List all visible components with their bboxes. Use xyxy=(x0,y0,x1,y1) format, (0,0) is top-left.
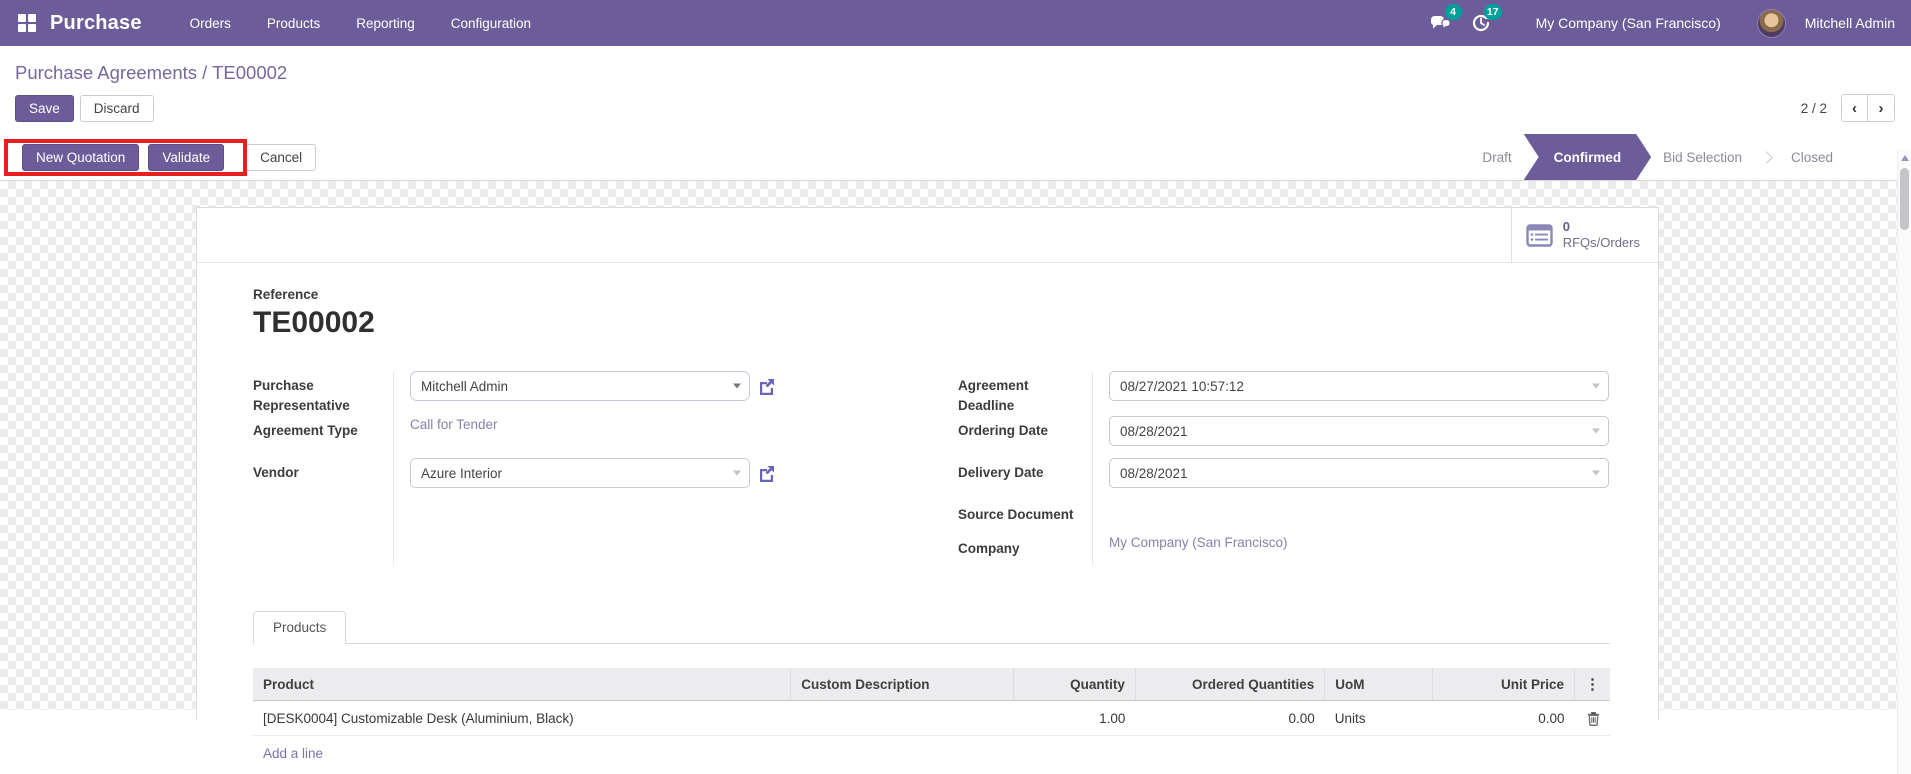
col-header-unit-price[interactable]: Unit Price xyxy=(1432,668,1575,702)
external-link-icon[interactable] xyxy=(757,464,776,483)
reference-value[interactable]: TE00002 xyxy=(253,306,1610,340)
breadcrumb[interactable]: Purchase Agreements / TE00002 xyxy=(15,62,287,83)
activities-badge: 17 xyxy=(1483,4,1502,20)
pager-count: 2 / 2 xyxy=(1800,100,1827,116)
form-view-background: 0 RFQs/Orders Reference TE00002 Purchase… xyxy=(0,181,1911,761)
form-statusbar: New Quotation Validate Cancel Draft Conf… xyxy=(0,134,1911,181)
main-menu: Orders Products Reporting Configuration xyxy=(176,2,545,45)
agreement-deadline-input[interactable] xyxy=(1109,371,1609,401)
save-button[interactable]: Save xyxy=(15,94,74,122)
user-avatar[interactable] xyxy=(1756,8,1786,38)
agreement-deadline-label: Agreement Deadline xyxy=(958,378,1029,413)
vendor-label: Vendor xyxy=(253,465,299,481)
scroll-up-arrow-icon[interactable] xyxy=(1901,155,1909,161)
source-document-label: Source Document xyxy=(958,507,1074,523)
new-quotation-button[interactable]: New Quotation xyxy=(22,143,140,171)
company-switcher[interactable]: My Company (San Francisco) xyxy=(1536,15,1721,31)
chevron-separator-icon xyxy=(1760,150,1773,164)
messages-badge: 4 xyxy=(1444,4,1462,20)
pager-previous-button[interactable]: ‹ xyxy=(1842,95,1868,121)
cell-quantity[interactable]: 1.00 xyxy=(1013,700,1136,737)
cell-product[interactable]: [DESK0004] Customizable Desk (Aluminium,… xyxy=(253,700,791,737)
validate-button[interactable]: Validate xyxy=(148,143,225,171)
rfqs-orders-count: 0 xyxy=(1562,218,1570,234)
apps-menu-icon[interactable] xyxy=(18,14,36,32)
status-step-draft[interactable]: Draft xyxy=(1464,134,1529,180)
delivery-date-input[interactable] xyxy=(1109,458,1609,489)
table-row[interactable]: [DESK0004] Customizable Desk (Aluminium,… xyxy=(253,700,1610,737)
menu-products[interactable]: Products xyxy=(253,2,334,45)
discard-button[interactable]: Discard xyxy=(79,94,154,122)
rfqs-orders-label: RFQs/Orders xyxy=(1562,235,1640,250)
cell-unit-price[interactable]: 0.00 xyxy=(1432,700,1575,737)
vertical-scrollbar[interactable] xyxy=(1897,150,1911,774)
col-header-quantity[interactable]: Quantity xyxy=(1013,668,1136,702)
purchase-representative-label: Purchase Representative xyxy=(253,378,350,413)
col-header-uom[interactable]: UoM xyxy=(1324,668,1434,702)
ordering-date-label: Ordering Date xyxy=(958,423,1049,439)
add-a-line-link[interactable]: Add a line xyxy=(253,736,1610,765)
user-menu[interactable]: Mitchell Admin xyxy=(1805,15,1895,31)
agreement-type-value[interactable]: Call for Tender xyxy=(410,411,498,432)
company-label: Company xyxy=(958,541,1020,557)
menu-configuration[interactable]: Configuration xyxy=(437,2,545,45)
optional-columns-toggle-icon[interactable]: ⋮ xyxy=(1574,668,1610,702)
menu-reporting[interactable]: Reporting xyxy=(342,2,429,45)
delete-row-trash-icon[interactable] xyxy=(1587,711,1600,727)
purchase-representative-input[interactable] xyxy=(410,371,750,401)
list-view-icon xyxy=(1526,223,1553,247)
status-step-bid-selection[interactable]: Bid Selection xyxy=(1645,134,1760,180)
status-steps: Draft Confirmed Bid Selection Closed xyxy=(1464,134,1851,180)
col-header-ordered-quantities[interactable]: Ordered Quantities xyxy=(1135,668,1326,702)
reference-label: Reference xyxy=(253,287,319,302)
col-header-custom-description[interactable]: Custom Description xyxy=(790,668,1015,702)
messages-icon[interactable]: 4 xyxy=(1426,4,1462,36)
products-table: Product Custom Description Quantity Orde… xyxy=(253,668,1610,737)
pager-next-button[interactable]: › xyxy=(1868,95,1894,121)
tab-products[interactable]: Products xyxy=(253,611,347,645)
menu-orders[interactable]: Orders xyxy=(176,2,245,45)
vendor-input[interactable] xyxy=(410,458,750,489)
agreement-type-label: Agreement Type xyxy=(253,423,358,439)
cell-ordered-quantities[interactable]: 0.00 xyxy=(1135,700,1325,737)
delivery-date-label: Delivery Date xyxy=(958,465,1044,481)
company-value[interactable]: My Company (San Francisco) xyxy=(1109,529,1288,550)
ordering-date-input[interactable] xyxy=(1109,416,1609,447)
scrollbar-thumb[interactable] xyxy=(1900,168,1909,230)
status-step-confirmed[interactable]: Confirmed xyxy=(1524,134,1652,180)
form-sheet: 0 RFQs/Orders Reference TE00002 Purchase… xyxy=(196,207,1659,761)
activities-icon[interactable]: 17 xyxy=(1466,4,1502,36)
cell-uom[interactable]: Units xyxy=(1324,700,1433,737)
col-header-product[interactable]: Product xyxy=(253,668,792,702)
cancel-button[interactable]: Cancel xyxy=(246,143,317,171)
top-navbar: Purchase Orders Products Reporting Confi… xyxy=(0,0,1911,46)
cell-custom-description[interactable] xyxy=(790,700,1014,737)
app-name[interactable]: Purchase xyxy=(50,12,142,35)
status-step-closed[interactable]: Closed xyxy=(1773,134,1851,180)
rfqs-orders-stat-button[interactable]: 0 RFQs/Orders xyxy=(1510,208,1658,262)
external-link-icon[interactable] xyxy=(757,377,776,396)
